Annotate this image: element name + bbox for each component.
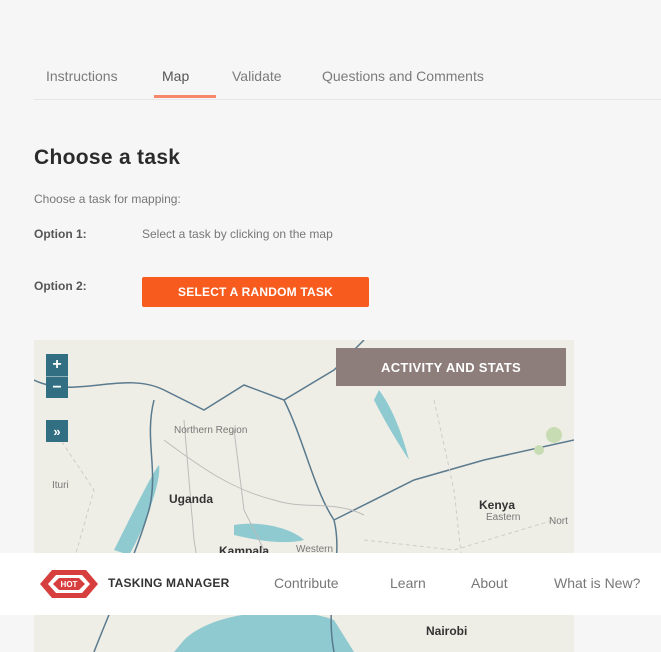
map-label-uganda: Uganda (169, 492, 214, 506)
map-label-nairobi: Nairobi (426, 624, 468, 638)
brand-name[interactable]: TASKING MANAGER (108, 576, 229, 590)
map-label-ituri: Ituri (52, 480, 69, 491)
zoom-out-button[interactable]: − (46, 376, 68, 398)
select-random-task-button[interactable]: SELECT A RANDOM TASK (142, 277, 369, 307)
activity-stats-button[interactable]: ACTIVITY AND STATS (336, 348, 566, 386)
top-navbar: HOT TASKING MANAGER Contribute Learn Abo… (0, 553, 661, 615)
nav-about[interactable]: About (471, 575, 508, 591)
map-label-northern-region: Northern Region (174, 425, 248, 436)
map-label-eastern: Eastern (486, 512, 521, 523)
lake-turkana (374, 390, 409, 460)
road (53, 429, 95, 561)
forest-patch (546, 427, 562, 443)
forest-patch (534, 445, 544, 455)
expand-layers-button[interactable]: » (46, 420, 68, 442)
tab-map[interactable]: Map (150, 60, 220, 98)
border-line (34, 340, 365, 411)
road (363, 519, 555, 551)
map-label-kenya: Kenya (479, 498, 516, 512)
option2-label: Option 2: (34, 279, 87, 293)
nav-learn[interactable]: Learn (390, 575, 426, 591)
lake-victoria (174, 611, 354, 652)
nav-whats-new[interactable]: What is New? (554, 575, 640, 591)
option1-text: Select a task by clicking on the map (142, 227, 333, 241)
page-subtitle: Choose a task for mapping: (34, 192, 181, 206)
tab-questions-comments[interactable]: Questions and Comments (310, 60, 510, 98)
map-label-nort: Nort (549, 516, 568, 527)
logo-text: HOT (61, 580, 78, 589)
lake-kyoga (234, 523, 304, 543)
nav-contribute[interactable]: Contribute (274, 575, 339, 591)
tab-validate[interactable]: Validate (220, 60, 310, 98)
tab-instructions[interactable]: Instructions (34, 60, 150, 98)
task-panel: Instructions Map Validate Questions and … (0, 0, 661, 652)
tab-bar: Instructions Map Validate Questions and … (34, 60, 661, 100)
hot-logo-icon[interactable]: HOT (38, 567, 100, 601)
option1-label: Option 1: (34, 227, 87, 241)
page-title: Choose a task (34, 146, 181, 169)
zoom-in-button[interactable]: + (46, 354, 68, 376)
